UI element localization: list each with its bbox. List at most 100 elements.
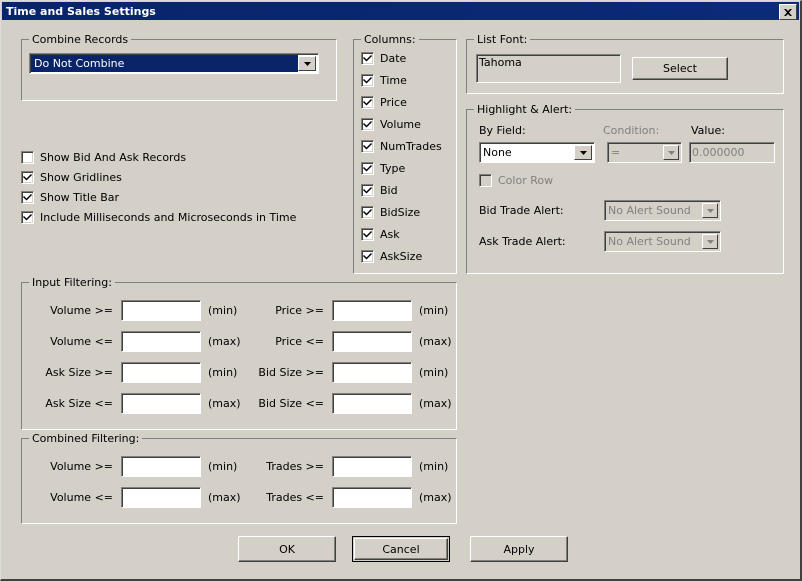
checkbox-box — [21, 151, 34, 164]
chevron-down-icon — [702, 203, 718, 218]
checkbox-label: Price — [380, 96, 407, 109]
checkbox-box — [21, 191, 34, 204]
checkbox-label: Time — [380, 74, 407, 87]
value-field: 0.000000 — [689, 142, 775, 163]
checkbox-column-volume[interactable]: Volume — [361, 118, 421, 131]
input-filter-hint: (max) — [419, 335, 452, 348]
input-filter-bidsize-min[interactable] — [332, 362, 412, 383]
cancel-button[interactable]: Cancel — [352, 536, 450, 562]
value-label: Value: — [691, 124, 725, 137]
close-icon[interactable] — [779, 4, 797, 20]
checkbox-label: Show Title Bar — [40, 191, 120, 204]
checkbox-column-asksize[interactable]: AskSize — [361, 250, 422, 263]
select-font-button[interactable]: Select — [632, 57, 728, 80]
checkbox-column-time[interactable]: Time — [361, 74, 407, 87]
bid-trade-alert-value: No Alert Sound — [608, 204, 691, 217]
chevron-down-icon[interactable] — [298, 56, 316, 71]
checkbox-box — [361, 52, 374, 65]
checkbox-column-type[interactable]: Type — [361, 162, 405, 175]
checkbox-label: NumTrades — [380, 140, 442, 153]
input-filtering-legend: Input Filtering: — [29, 276, 115, 289]
bid-trade-alert-combo: No Alert Sound — [604, 200, 721, 221]
list-font-value: Tahoma — [479, 56, 522, 69]
input-filter-hint: (min) — [208, 304, 238, 317]
combined-filtering-group: Combined Filtering: Volume >= (min) Trad… — [21, 432, 457, 524]
combined-filter-trades-min[interactable] — [332, 456, 412, 477]
combined-filter-trades-max[interactable] — [332, 487, 412, 508]
list-font-display[interactable]: Tahoma — [476, 54, 621, 83]
checkbox-box — [361, 140, 374, 153]
by-field-combo[interactable]: None — [479, 142, 595, 163]
combine-records-legend: Combine Records — [29, 33, 132, 46]
checkbox-show-gridlines[interactable]: Show Gridlines — [21, 171, 122, 184]
combined-filter-volume-min[interactable] — [121, 456, 201, 477]
list-font-legend: List Font: — [474, 33, 531, 46]
checkbox-box — [361, 118, 374, 131]
checkbox-label: Color Row — [498, 174, 554, 187]
input-filter-label: Ask Size <= — [45, 397, 113, 410]
highlight-alert-group: Highlight & Alert: By Field: Condition: … — [466, 103, 784, 274]
checkbox-box — [361, 96, 374, 109]
title-bar[interactable]: Time and Sales Settings — [2, 2, 799, 20]
checkbox-column-price[interactable]: Price — [361, 96, 407, 109]
checkbox-color-row: Color Row — [479, 174, 553, 187]
combined-filter-hint: (min) — [208, 460, 238, 473]
ok-button-label: OK — [279, 542, 295, 556]
combined-filter-hint: (max) — [419, 491, 452, 504]
input-filter-price-min[interactable] — [332, 300, 412, 321]
input-filter-bidsize-max[interactable] — [332, 393, 412, 414]
combine-records-group: Combine Records Do Not Combine — [21, 33, 337, 101]
checkbox-label: Bid — [380, 184, 398, 197]
list-font-group: List Font: Tahoma Select — [466, 33, 784, 94]
combined-filter-label: Trades <= — [266, 491, 324, 504]
checkbox-box — [21, 211, 34, 224]
checkbox-box — [479, 174, 492, 187]
checkbox-column-date[interactable]: Date — [361, 52, 406, 65]
chevron-down-icon[interactable] — [574, 145, 592, 160]
input-filter-label: Bid Size >= — [258, 366, 324, 379]
checkbox-column-numtrades[interactable]: NumTrades — [361, 140, 442, 153]
combined-filter-label: Volume >= — [50, 460, 113, 473]
by-field-label: By Field: — [479, 124, 526, 137]
apply-button[interactable]: Apply — [470, 536, 568, 562]
checkbox-label: Ask — [380, 228, 400, 241]
input-filter-label: Price >= — [275, 304, 324, 317]
checkbox-label: Date — [380, 52, 407, 65]
checkbox-box — [361, 228, 374, 241]
ok-button[interactable]: OK — [238, 536, 336, 562]
input-filter-label: Bid Size <= — [258, 397, 324, 410]
highlight-alert-legend: Highlight & Alert: — [474, 103, 576, 116]
condition-value: = — [611, 146, 621, 159]
checkbox-column-bid[interactable]: Bid — [361, 184, 398, 197]
checkbox-column-ask[interactable]: Ask — [361, 228, 400, 241]
input-filter-asksize-max[interactable] — [121, 393, 201, 414]
checkbox-box — [361, 74, 374, 87]
condition-combo: = — [607, 142, 682, 163]
checkbox-include-milliseconds[interactable]: Include Milliseconds and Microseconds in… — [21, 211, 296, 224]
checkbox-box — [21, 171, 34, 184]
checkbox-label: AskSize — [380, 250, 423, 263]
input-filter-label: Volume >= — [50, 304, 113, 317]
checkbox-label: BidSize — [380, 206, 421, 219]
value-field-text: 0.000000 — [692, 146, 745, 159]
checkbox-label: Show Gridlines — [40, 171, 122, 184]
checkbox-show-bid-and-ask-records[interactable]: Show Bid And Ask Records — [21, 151, 186, 164]
checkbox-box — [361, 206, 374, 219]
apply-button-label: Apply — [503, 542, 535, 556]
input-filter-hint: (max) — [419, 397, 452, 410]
combined-filtering-legend: Combined Filtering: — [29, 432, 143, 445]
checkbox-column-bidsize[interactable]: BidSize — [361, 206, 420, 219]
combine-records-value: Do Not Combine — [31, 55, 298, 72]
checkbox-box — [361, 250, 374, 263]
input-filter-volume-max[interactable] — [121, 331, 201, 352]
input-filter-volume-min[interactable] — [121, 300, 201, 321]
input-filter-price-max[interactable] — [332, 331, 412, 352]
checkbox-show-title-bar[interactable]: Show Title Bar — [21, 191, 119, 204]
chevron-down-icon — [702, 234, 718, 249]
ask-trade-alert-label: Ask Trade Alert: — [479, 235, 566, 248]
checkbox-label: Show Bid And Ask Records — [40, 151, 187, 164]
columns-legend: Columns: — [361, 33, 419, 46]
input-filter-asksize-min[interactable] — [121, 362, 201, 383]
combine-records-combo[interactable]: Do Not Combine — [29, 53, 319, 74]
combined-filter-volume-max[interactable] — [121, 487, 201, 508]
